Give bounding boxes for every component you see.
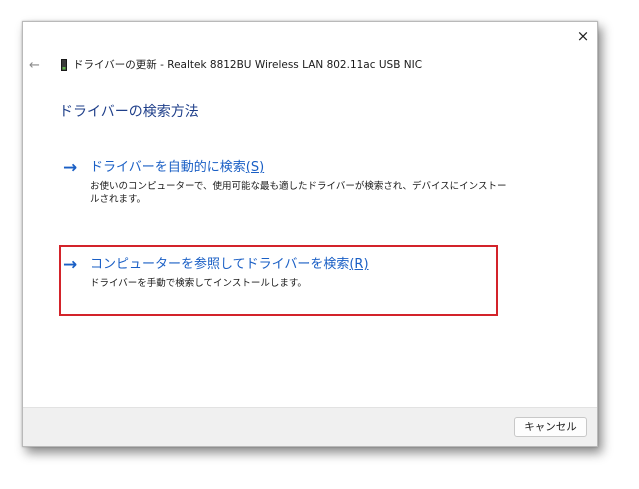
option-description: ドライバーを手動で検索してインストールします。: [90, 278, 307, 289]
screenshot-stage: × ← ドライバーの更新 - Realtek 8812BU Wireless L…: [0, 0, 639, 489]
update-driver-dialog: × ← ドライバーの更新 - Realtek 8812BU Wireless L…: [22, 21, 598, 447]
option-hotkey: (R): [349, 257, 369, 272]
option-hotkey: (S): [245, 160, 265, 175]
arrow-right-icon: →: [63, 255, 78, 275]
option-title-text: コンピューターを参照してドライバーを検索: [90, 257, 350, 272]
option-title[interactable]: ドライバーを自動的に検索(S): [90, 159, 264, 177]
dialog-footer: キャンセル: [23, 407, 597, 446]
cancel-button[interactable]: キャンセル: [514, 417, 587, 437]
option-title-text: ドライバーを自動的に検索: [90, 160, 246, 175]
usb-device-icon: [61, 59, 67, 71]
page-heading: ドライバーの検索方法: [59, 104, 199, 120]
back-arrow-icon[interactable]: ←: [29, 59, 43, 73]
option-description: お使いのコンピューターで、使用可能な最も適したドライバーが検索され、デバイスにイ…: [90, 181, 507, 205]
close-icon[interactable]: ×: [575, 28, 591, 44]
arrow-right-icon: →: [63, 158, 78, 178]
option-title[interactable]: コンピューターを参照してドライバーを検索(R): [90, 256, 369, 274]
dialog-title: ドライバーの更新 - Realtek 8812BU Wireless LAN 8…: [73, 59, 423, 71]
